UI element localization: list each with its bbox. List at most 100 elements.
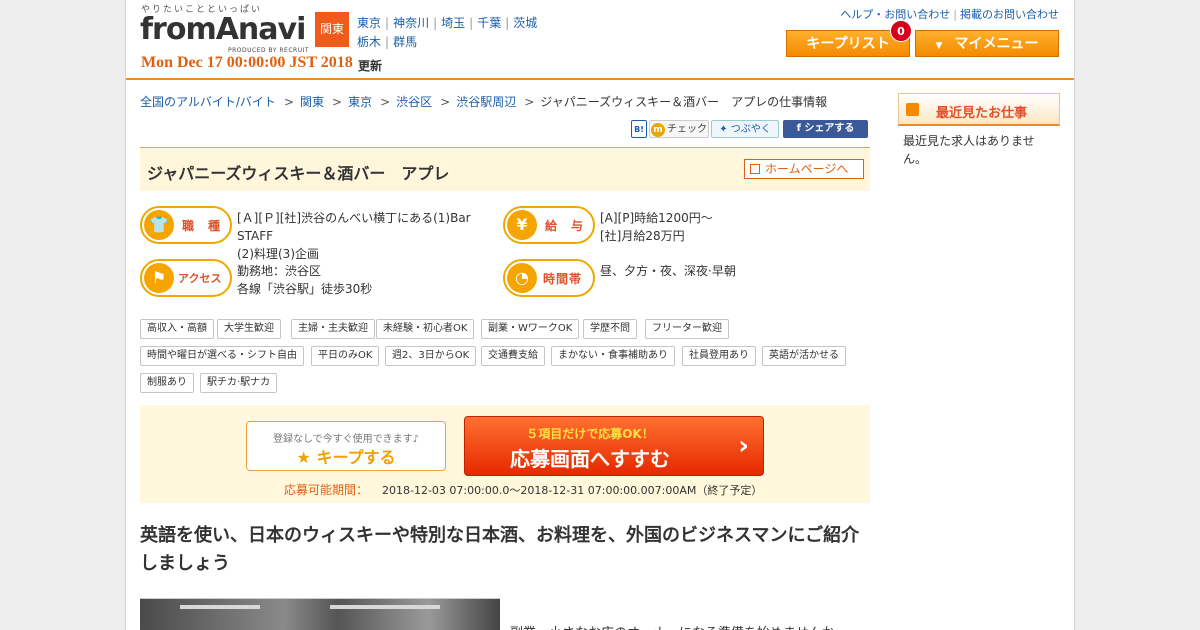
twitter-bird-icon: ✦ xyxy=(719,124,731,135)
shelf-light xyxy=(180,605,260,609)
hatena-bookmark-button[interactable]: B! xyxy=(631,120,647,138)
clock-icon: ◔ xyxy=(507,263,537,293)
keep-label: キープする xyxy=(316,448,396,467)
mixi-icon: m xyxy=(651,123,665,137)
feature-tag: まかない・食事補助あり xyxy=(551,346,675,366)
feature-tag: 時間や曜日が選べる・シフト自由 xyxy=(140,346,304,366)
train-icon: ⚑ xyxy=(144,263,174,293)
occupation-line: [Ａ][Ｐ][社]渋谷のんべい横丁にある(1)Bar STAFF xyxy=(237,211,471,243)
salary-line: [A][P]時給1200円～ xyxy=(600,211,713,225)
star-icon: ★ xyxy=(296,448,317,467)
apply-section: 登録なしで今すぐ使用できます♪ ★ キープする ５項目だけで応募OK！ 応募画面… xyxy=(140,405,870,503)
breadcrumb-current: ジャパニーズウィスキー＆酒バー アプレの仕事情報 xyxy=(540,95,828,109)
access-line: 勤務地：渋谷区 xyxy=(237,264,322,278)
application-period-value: 2018-12-03 07:00:00.0～2018-12-31 07:00:0… xyxy=(382,484,763,497)
feature-tag: 交通費支給 xyxy=(481,346,545,366)
page: やりたいことといっぱい fromAnavi PRODUCED BY RECRUI… xyxy=(125,0,1075,630)
feature-tag: 制服あり xyxy=(140,373,194,393)
job-description-text: 副業、小さなお店のオーナーになる準備を始めませんか xyxy=(510,622,850,630)
salary-badge: ¥ 給 与 xyxy=(503,206,595,244)
feature-tag: 高収入・高額 xyxy=(140,319,214,339)
feature-tag: フリーター歓迎 xyxy=(645,319,729,339)
feature-tag: 週2、3日からOK xyxy=(385,346,477,366)
keep-note: 登録なしで今すぐ使用できます♪ xyxy=(272,434,420,445)
facebook-label: シェアする xyxy=(804,123,855,134)
document-icon xyxy=(906,103,919,116)
hours-badge: ◔ 時間帯 xyxy=(503,259,595,297)
updated-label: 更新 xyxy=(358,59,383,73)
mixi-check-button[interactable]: m チェック xyxy=(649,120,709,138)
job-headline: 英語を使い、日本のウィスキーや特別な日本酒、お料理を、外国のビジネスマンにご紹介… xyxy=(140,525,860,574)
apply-note: ５項目だけで応募OK！ xyxy=(526,427,654,441)
occupation-badge: 👕 職 種 xyxy=(140,206,232,244)
my-menu-button[interactable]: ▼ マイメニュー xyxy=(915,30,1059,57)
top-links: ヘルプ・お問い合わせ | 掲載のお問い合わせ xyxy=(840,8,1059,21)
salary-line: [社]月給28万円 xyxy=(600,229,685,243)
site-header: やりたいことといっぱい fromAnavi PRODUCED BY RECRUI… xyxy=(126,0,1074,80)
update-datetime: Mon Dec 17 00:00:00 JST 2018 xyxy=(141,54,353,71)
application-period-label: 応募可能期間： xyxy=(284,483,369,497)
homepage-label: ホームページへ xyxy=(765,162,849,176)
mixi-label: チェック xyxy=(667,124,707,135)
hours-label: 時間帯 xyxy=(543,272,583,286)
occupation-line: (2)料理(3)企画 xyxy=(237,247,319,261)
job-title: ジャパニーズウィスキー＆酒バー アプレ xyxy=(147,164,450,183)
hours-line: 昼、夕方・夜、深夜·早朝 xyxy=(600,264,736,278)
feature-tag: 駅チカ·駅ナカ xyxy=(200,373,278,393)
occupation-value: [Ａ][Ｐ][社]渋谷のんべい横丁にある(1)Bar STAFF (2)料理(3… xyxy=(237,209,507,263)
triangle-down-icon: ▼ xyxy=(935,41,943,51)
job-title-bar: ジャパニーズウィスキー＆酒バー アプレ ホームページへ xyxy=(140,147,870,191)
feature-tag: 未経験・初心者OK xyxy=(376,319,475,339)
pref-link-tokyo[interactable]: 東京 xyxy=(357,16,381,30)
breadcrumb-link-shibuya-ku[interactable]: 渋谷区 xyxy=(396,95,432,109)
salary-value: [A][P]時給1200円～ [社]月給28万円 xyxy=(600,209,860,245)
breadcrumb-link-tokyo[interactable]: 東京 xyxy=(348,95,372,109)
feature-tag: 大学生歓迎 xyxy=(217,319,281,339)
feature-tag: 平日のみOK xyxy=(311,346,380,366)
twitter-label: つぶやく xyxy=(730,124,771,135)
keep-job-button[interactable]: 登録なしで今すぐ使用できます♪ ★ キープする xyxy=(246,421,446,471)
apply-label: 応募画面へすすむ xyxy=(510,447,670,471)
feature-tag: 主婦・主夫歓迎 xyxy=(291,319,375,339)
breadcrumb-link-shibuya-station[interactable]: 渋谷駅周辺 xyxy=(456,95,516,109)
apply-button[interactable]: ５項目だけで応募OK！ 応募画面へすすむ › xyxy=(464,416,764,476)
listing-inquiry-link[interactable]: 掲載のお問い合わせ xyxy=(960,8,1059,21)
shelf-light xyxy=(330,605,440,609)
feature-tag: 英語が活かせる xyxy=(762,346,846,366)
breadcrumb: 全国のアルバイト/バイト > 関東 > 東京 > 渋谷区 > 渋谷駅周辺 > ジャパニーズウィスキー… xyxy=(140,95,828,109)
pref-link-chiba[interactable]: 千葉 xyxy=(477,16,501,30)
twitter-tweet-button[interactable]: ✦ つぶやく xyxy=(711,120,779,138)
occupation-label: 職 種 xyxy=(182,219,222,233)
keep-label-row: ★ キープする xyxy=(247,444,445,468)
keep-count-badge: 0 xyxy=(890,20,912,42)
breadcrumb-link-kanto[interactable]: 関東 xyxy=(300,95,324,109)
site-logo[interactable]: fromAnavi xyxy=(140,14,306,46)
my-menu-label: マイメニュー xyxy=(954,36,1039,52)
shop-photo xyxy=(140,598,500,630)
pref-link-ibaraki[interactable]: 茨城 xyxy=(513,16,537,30)
pref-link-saitama[interactable]: 埼玉 xyxy=(441,16,465,30)
hours-value: 昼、夕方・夜、深夜·早朝 xyxy=(600,262,860,280)
pref-link-gunma[interactable]: 群馬 xyxy=(393,35,417,49)
logo-subtitle: PRODUCED BY RECRUIT xyxy=(228,47,310,54)
region-badge[interactable]: 関東 xyxy=(315,12,349,47)
external-link-icon xyxy=(750,164,760,174)
feature-tag: 社員登用あり xyxy=(682,346,756,366)
access-label: アクセス xyxy=(178,272,222,285)
homepage-button[interactable]: ホームページへ xyxy=(744,159,864,179)
recent-jobs-title: 最近見たお仕事 xyxy=(936,106,1028,121)
pref-link-tochigi[interactable]: 栃木 xyxy=(357,35,381,49)
facebook-share-button[interactable]: f シェアする xyxy=(783,120,868,138)
prefecture-links: 東京 | 神奈川 | 埼玉 | 千葉 | 茨城 栃木 | 群馬 xyxy=(357,16,538,49)
help-link[interactable]: ヘルプ・お問い合わせ xyxy=(840,8,950,21)
feature-tag: 副業・WワークOK xyxy=(481,319,580,339)
chevron-right-icon: › xyxy=(738,431,749,461)
breadcrumb-link-all[interactable]: 全国のアルバイト/バイト xyxy=(140,95,276,109)
pref-link-kanagawa[interactable]: 神奈川 xyxy=(393,16,429,30)
salary-label: 給 与 xyxy=(545,219,585,233)
feature-tag: 学歴不問 xyxy=(583,319,637,339)
access-line: 各線「渋谷駅」徒歩30秒 xyxy=(237,282,373,296)
recent-jobs-header: 最近見たお仕事 xyxy=(898,93,1060,126)
access-badge: ⚑ アクセス xyxy=(140,259,232,297)
shirt-icon: 👕 xyxy=(144,210,174,240)
